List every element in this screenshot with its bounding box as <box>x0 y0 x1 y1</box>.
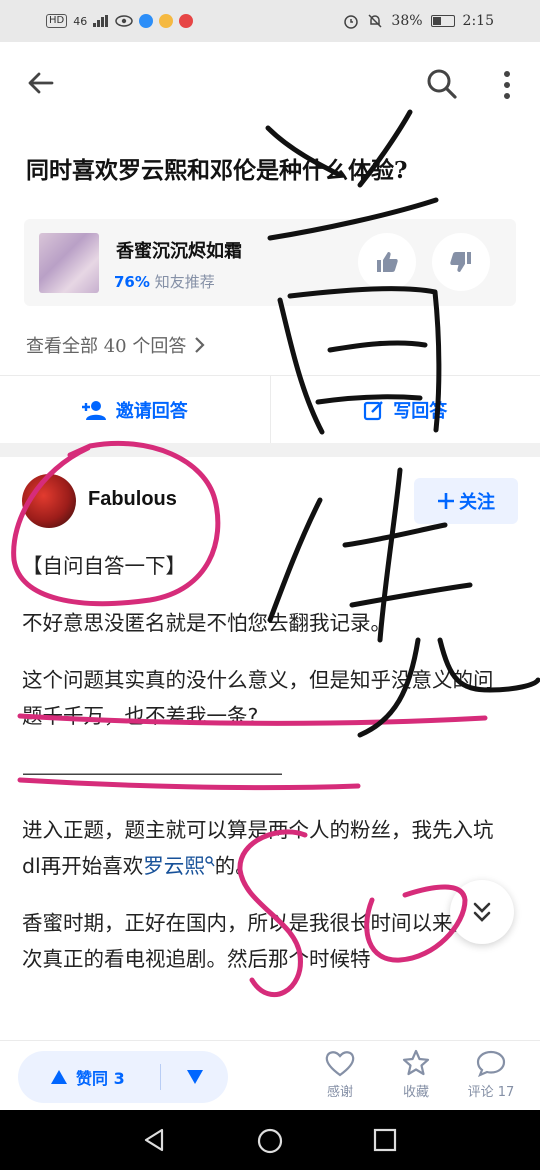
search-icon <box>427 69 457 99</box>
section-separator <box>0 443 540 457</box>
answer-paragraph: 进入正题，题主就可以算是两个人的粉丝，我先入坑dl再开始喜欢罗云熙 的。 <box>22 812 506 884</box>
drama-promo-card[interactable]: 香蜜沉沉烬如霜 76% 知友推荐 <box>24 219 516 306</box>
battery-icon <box>430 15 455 27</box>
eye-icon <box>115 15 133 27</box>
edit-icon <box>364 400 384 420</box>
invite-answer-button[interactable]: 邀请回答 <box>0 376 270 443</box>
agree-label: 赞同 3 <box>76 1069 125 1088</box>
nav-recents-button[interactable] <box>373 1128 397 1156</box>
status-right: 38% 2:15 <box>343 13 494 29</box>
topic-link[interactable]: 罗云熙 <box>143 854 205 878</box>
triangle-up-icon <box>51 1070 67 1084</box>
status-bar: HD 46 38% 2:15 <box>0 0 540 42</box>
comment-bubble-icon <box>476 1050 506 1077</box>
chevron-right-icon <box>195 337 205 353</box>
more-options-button[interactable] <box>494 68 520 102</box>
answer-paragraph: 【自问自答一下】 <box>22 554 186 578</box>
nav-back-icon <box>144 1128 164 1152</box>
hd-badge: HD <box>46 14 68 28</box>
view-all-answers-label: 查看全部 40 个回答 <box>26 336 187 357</box>
drama-title: 香蜜沉沉烬如霜 <box>116 241 242 262</box>
collect-label: 收藏 <box>402 1085 429 1100</box>
drama-thumbs-down-button[interactable] <box>432 233 490 291</box>
signal-icon <box>93 15 109 27</box>
search-small-icon <box>205 856 215 867</box>
add-person-icon <box>81 400 106 420</box>
answer-paragraph: 香蜜时期，正好在国内，所以是我很长时间以来第一次真正的看电视追剧。然后那个时候特 <box>22 911 494 971</box>
nav-recents-icon <box>373 1128 397 1152</box>
comment-label: 评论 17 <box>467 1085 515 1100</box>
answer-text: 的。 <box>214 854 256 878</box>
view-all-answers-link[interactable]: 查看全部 40 个回答 <box>26 332 206 358</box>
question-title[interactable]: 同时喜欢罗云熙和邓伦是种什么体验? <box>26 154 506 188</box>
mute-icon <box>368 14 382 28</box>
answer-text: 进入正题，题主就可以算是两个人的粉丝，我先入坑dl再开始喜欢 <box>22 818 494 878</box>
answer-paragraph: 这个问题其实真的没什么意义，但是知乎没意义的问题千千万，也不差我一条? <box>22 668 494 728</box>
nav-back-button[interactable] <box>142 1128 166 1156</box>
battery-percent: 38% <box>391 13 423 29</box>
drama-cover-image <box>39 233 99 293</box>
vote-pill: 赞同 3 <box>18 1051 228 1103</box>
status-left: HD 46 <box>46 14 194 28</box>
nav-home-button[interactable] <box>257 1128 283 1158</box>
alarm-icon <box>344 15 359 29</box>
thumbs-up-icon <box>377 252 398 272</box>
network-indicator: 46 <box>73 14 88 28</box>
zhihu-app-icon <box>139 14 154 28</box>
triangle-down-icon <box>186 1070 203 1084</box>
qq-app-icon <box>159 14 174 28</box>
answer-divider-line: —————————————— <box>22 761 283 785</box>
write-answer-label: 写回答 <box>393 400 448 422</box>
star-icon <box>402 1049 430 1076</box>
thanks-button[interactable]: 感谢 <box>310 1049 370 1105</box>
author-name[interactable]: Fabulous <box>88 488 177 511</box>
more-vertical-icon <box>504 71 510 99</box>
back-button[interactable] <box>26 68 58 100</box>
thanks-label: 感谢 <box>326 1085 353 1100</box>
recommend-label: 知友推荐 <box>154 273 215 291</box>
double-chevron-down-icon <box>473 902 491 922</box>
weibo-app-icon <box>179 14 194 28</box>
disagree-button[interactable] <box>161 1069 228 1085</box>
follow-label: 关注 <box>459 492 495 513</box>
plus-icon <box>438 493 454 509</box>
comment-button[interactable]: 评论 17 <box>456 1049 526 1105</box>
bottom-action-bar: 赞同 3 感谢 收藏 评论 17 <box>0 1040 540 1110</box>
answer-actions-row: 邀请回答 写回答 <box>0 375 540 443</box>
back-arrow-icon <box>28 72 54 94</box>
system-nav-bar <box>0 1110 540 1170</box>
thumbs-down-icon <box>450 252 471 272</box>
heart-icon <box>325 1051 355 1077</box>
write-answer-button[interactable]: 写回答 <box>271 376 540 443</box>
drama-thumbs-up-button[interactable] <box>358 233 416 291</box>
clock: 2:15 <box>462 13 494 29</box>
scroll-next-button[interactable] <box>450 880 514 944</box>
nav-home-icon <box>257 1128 283 1154</box>
answer-content: 【自问自答一下】 不好意思没匿名就是不怕您去翻我记录。 这个问题其实真的没什么意… <box>22 548 506 977</box>
follow-button[interactable]: 关注 <box>414 478 518 524</box>
answer-paragraph: 不好意思没匿名就是不怕您去翻我记录。 <box>22 611 391 635</box>
drama-recommend-line: 76% 知友推荐 <box>114 271 215 292</box>
author-avatar[interactable] <box>22 474 76 528</box>
collect-button[interactable]: 收藏 <box>386 1049 446 1105</box>
recommend-percent: 76% <box>114 273 150 291</box>
invite-answer-label: 邀请回答 <box>115 400 188 422</box>
top-app-bar <box>0 42 540 128</box>
agree-button[interactable]: 赞同 3 <box>18 1065 160 1089</box>
search-button[interactable] <box>426 68 460 102</box>
